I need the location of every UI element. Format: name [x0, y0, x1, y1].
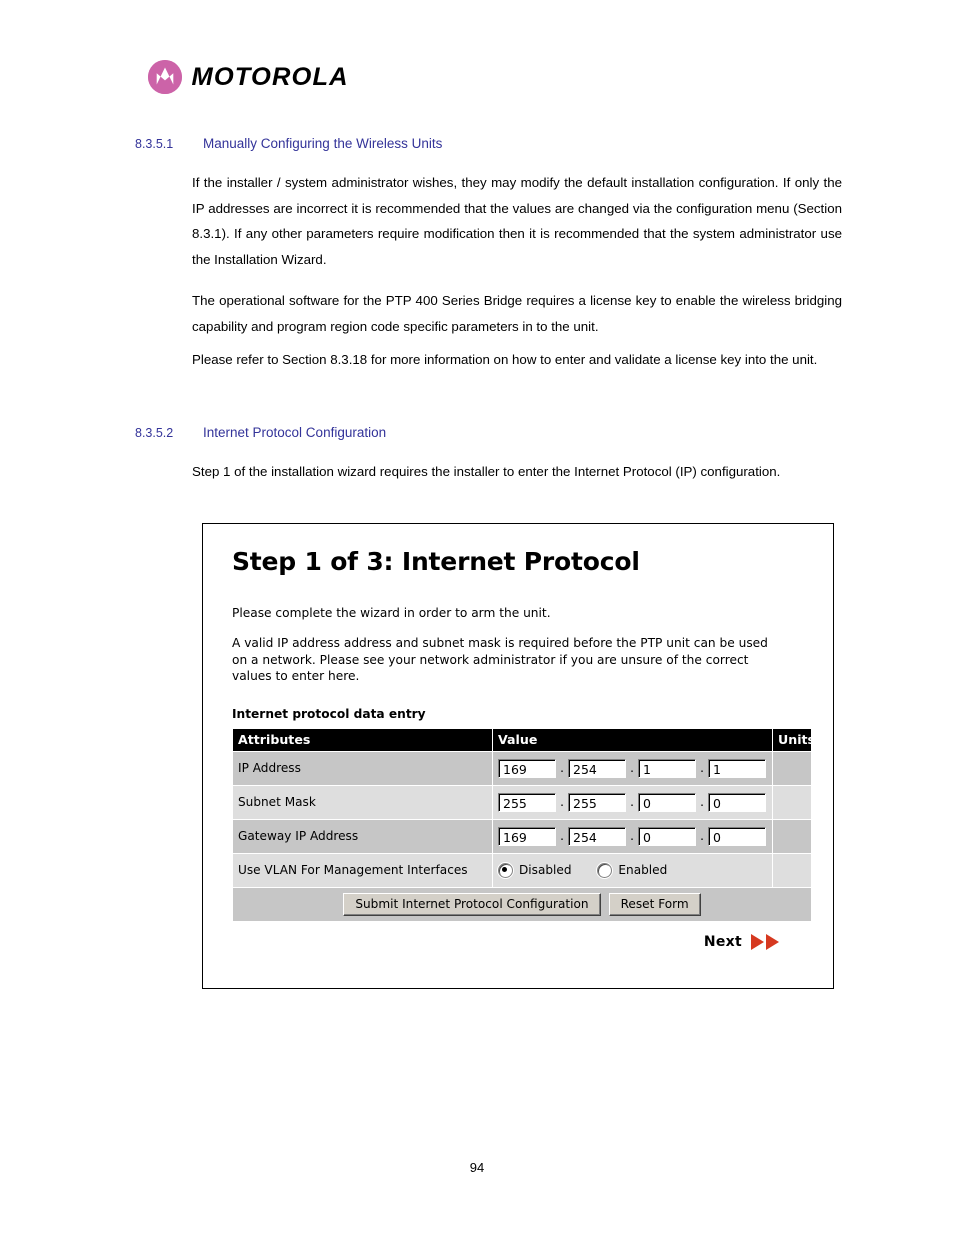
octet-separator: . [700, 829, 704, 843]
brand-logo: MOTOROLA [148, 60, 349, 94]
table-row: Use VLAN For Management Interfaces Disab… [232, 852, 812, 888]
wizard-page-title: Step 1 of 3: Internet Protocol [232, 547, 640, 576]
octet-separator: . [630, 795, 634, 809]
subnet-mask-octet-2[interactable]: 255 [568, 792, 626, 812]
ip-address-octet-2[interactable]: 254 [568, 758, 626, 778]
next-label: Next [703, 933, 742, 950]
section-number: 8.3.5.1 [135, 137, 174, 151]
octet-separator: . [560, 761, 564, 775]
octet-separator: . [560, 829, 564, 843]
gateway-ip-octet-3[interactable]: 0 [638, 826, 696, 846]
row-label-ip-address: IP Address [232, 750, 493, 786]
reset-form-button[interactable]: Reset Form [608, 892, 701, 916]
column-header-value: Value [492, 727, 773, 752]
radio-enabled-icon[interactable] [597, 862, 613, 878]
section-heading-8-3-5-1: 8.3.5.1 Manually Configuring the Wireless… [135, 136, 442, 151]
radio-disabled-label: Disabled [519, 863, 572, 877]
gateway-ip-octet-4[interactable]: 0 [708, 826, 766, 846]
arrow-right-icon [751, 933, 764, 950]
octet-separator: . [630, 829, 634, 843]
section-title: Internet Protocol Configuration [203, 425, 387, 440]
submit-internet-protocol-configuration-button[interactable]: Submit Internet Protocol Configuration [343, 892, 601, 916]
table-action-row: Submit Internet Protocol Configuration Re… [232, 886, 812, 922]
column-header-attributes: Attributes [232, 727, 493, 752]
paragraph-license-key: The operational software for the PTP 400… [192, 293, 842, 334]
table-row: Subnet Mask 255. 255. 0. 0 [232, 784, 812, 820]
row-label-gateway-ip-address: Gateway IP Address [232, 818, 493, 854]
wizard-intro-line-1: Please complete the wizard in order to a… [232, 605, 551, 620]
paragraph-section-reference: Please refer to Section 8.3.18 for more … [192, 352, 818, 367]
value-cell-gateway-ip-address: 169. 254. 0. 0 [492, 818, 773, 854]
table-row: IP Address 169. 254. 1. 1 [232, 750, 812, 786]
octet-separator: . [700, 761, 704, 775]
double-right-arrow-icon[interactable] [751, 933, 779, 950]
table-header-row: Attributes Value Units [232, 727, 815, 752]
next-navigation[interactable]: Next [232, 933, 807, 950]
value-cell-subnet-mask: 255. 255. 0. 0 [492, 784, 773, 820]
page-number: 94 [469, 1160, 485, 1175]
gateway-ip-octet-2[interactable]: 254 [568, 826, 626, 846]
table-caption: Internet protocol data entry [232, 706, 426, 721]
octet-separator: . [630, 761, 634, 775]
wizard-screenshot-frame: Step 1 of 3: Internet Protocol Please co… [202, 523, 834, 989]
octet-separator: . [700, 795, 704, 809]
radio-enabled-label: Enabled [618, 863, 668, 877]
ip-address-octet-1[interactable]: 169 [498, 758, 556, 778]
row-label-subnet-mask: Subnet Mask [232, 784, 493, 820]
units-cell-ip-address [772, 750, 812, 786]
octet-separator: . [560, 795, 564, 809]
column-header-units: Units [772, 727, 815, 752]
value-cell-ip-address: 169. 254. 1. 1 [492, 750, 773, 786]
units-cell-subnet-mask [772, 784, 812, 820]
ip-address-octet-4[interactable]: 1 [708, 758, 766, 778]
radio-option-disabled[interactable]: Disabled [498, 862, 572, 878]
section-heading-8-3-5-2: 8.3.5.2 Internet Protocol Configuration [135, 425, 386, 440]
units-cell-gateway-ip-address [772, 818, 812, 854]
action-buttons-cell: Submit Internet Protocol Configuration Re… [232, 886, 812, 922]
subnet-mask-octet-4[interactable]: 0 [708, 792, 766, 812]
motorola-batwing-icon [148, 60, 182, 94]
brand-wordmark: MOTOROLA [191, 62, 349, 91]
units-cell-use-vlan [772, 852, 812, 888]
table-row: Gateway IP Address 169. 254. 0. 0 [232, 818, 812, 854]
value-cell-use-vlan: Disabled Enabled [492, 852, 773, 888]
internet-protocol-table: Attributes Value Units IP Address 169. 25… [232, 727, 815, 922]
subnet-mask-octet-3[interactable]: 0 [638, 792, 696, 812]
arrow-right-icon [766, 933, 779, 950]
gateway-ip-octet-1[interactable]: 169 [498, 826, 556, 846]
paragraph-manual-config: If the installer / system administrator … [192, 175, 842, 267]
wizard-intro-line-2: A valid IP address address and subnet ma… [232, 636, 768, 683]
row-label-use-vlan: Use VLAN For Management Interfaces [232, 852, 493, 888]
radio-option-enabled[interactable]: Enabled [597, 862, 668, 878]
ip-address-octet-3[interactable]: 1 [638, 758, 696, 778]
section-title: Manually Configuring the Wireless Units [203, 136, 443, 151]
radio-disabled-icon[interactable] [498, 862, 513, 878]
section-number: 8.3.5.2 [135, 426, 174, 440]
subnet-mask-octet-1[interactable]: 255 [498, 792, 556, 812]
paragraph-step1-intro: Step 1 of the installation wizard requir… [192, 464, 781, 479]
